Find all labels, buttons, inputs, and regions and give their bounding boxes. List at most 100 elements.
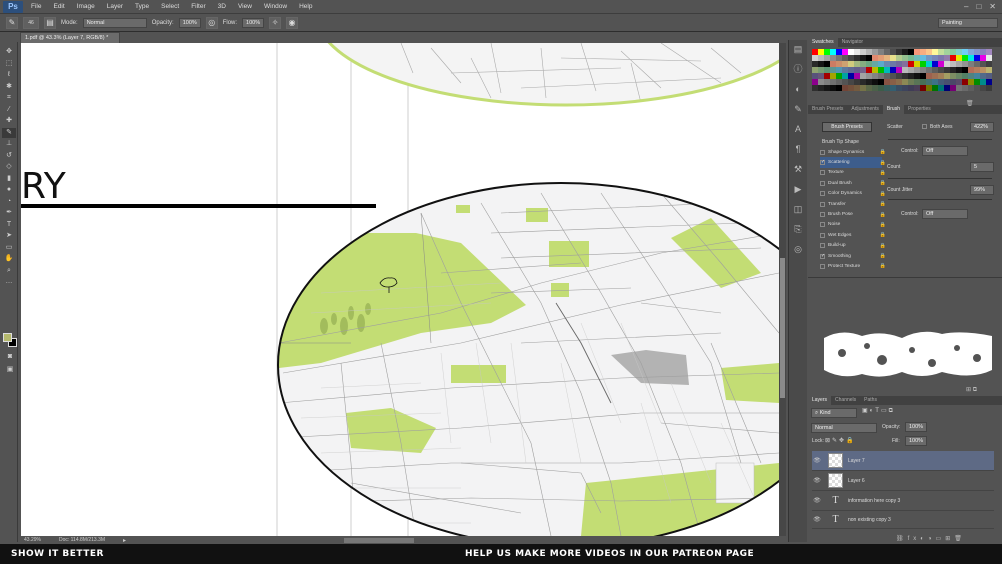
move-tool-icon[interactable]: ✥ xyxy=(2,47,16,58)
swatch[interactable] xyxy=(986,85,992,91)
character-icon[interactable]: A xyxy=(792,123,805,136)
lasso-tool-icon[interactable]: ℓ xyxy=(2,70,16,81)
tab-swatches[interactable]: Swatches xyxy=(808,38,838,47)
canvas-vertical-scrollbar[interactable] xyxy=(779,43,786,536)
lock-icons[interactable]: ⊠✎✥🔒 xyxy=(825,437,856,444)
swatch-delete-icon[interactable]: 🗑 xyxy=(966,100,974,107)
actions-icon[interactable]: ▶ xyxy=(792,183,805,196)
pressure-opacity-icon[interactable]: ◎ xyxy=(205,16,218,29)
lock-icon[interactable]: 🔒 xyxy=(880,160,886,166)
eye-icon[interactable]: 👁 xyxy=(812,457,822,464)
menu-image[interactable]: Image xyxy=(71,3,101,10)
gradient-tool-icon[interactable]: ▮ xyxy=(2,174,16,185)
pen-tool-icon[interactable]: ✒ xyxy=(2,208,16,219)
brush-option-checkbox[interactable] xyxy=(820,191,825,197)
horizontal-scrollbar[interactable] xyxy=(344,537,415,543)
brush-presets-button[interactable]: Brush Presets xyxy=(822,122,872,132)
menu-edit[interactable]: Edit xyxy=(47,3,70,10)
minimize-button[interactable]: – xyxy=(964,2,968,11)
lock-icon[interactable]: 🔒 xyxy=(880,243,886,249)
document-tab[interactable]: 1.pdf @ 43.3% (Layer 7, RGB/8) * xyxy=(20,32,120,43)
blend-mode-select[interactable]: Normal xyxy=(811,423,877,433)
styles-icon[interactable]: ◫ xyxy=(792,203,805,216)
brush-option-row[interactable]: ✓ Smoothing 🔒 xyxy=(820,251,886,261)
path-select-tool-icon[interactable]: ➤ xyxy=(2,231,16,242)
paragraph-icon[interactable]: ¶ xyxy=(792,143,805,156)
menu-layer[interactable]: Layer xyxy=(101,3,129,10)
workspace-select[interactable]: Painting xyxy=(938,17,998,28)
brush-option-checkbox[interactable] xyxy=(820,149,825,155)
layers-footer-icons[interactable]: ⛓fx◐◑▭⊞🗑 xyxy=(896,535,966,542)
control-select-1[interactable]: Off xyxy=(922,146,968,156)
brush-panel-toggle-icon[interactable]: ▤ xyxy=(44,16,56,29)
menu-view[interactable]: View xyxy=(232,3,258,10)
brush-option-checkbox[interactable] xyxy=(820,180,825,186)
quick-mask-icon[interactable]: ◙ xyxy=(3,352,17,363)
brush-option-checkbox[interactable] xyxy=(820,243,825,249)
scroll-thumb[interactable] xyxy=(780,258,785,398)
menu-select[interactable]: Select xyxy=(155,3,185,10)
menu-type[interactable]: Type xyxy=(129,3,155,10)
dodge-tool-icon[interactable]: ◔ xyxy=(2,197,16,208)
menu-help[interactable]: Help xyxy=(293,3,318,10)
zoom-readout[interactable]: 43.29% xyxy=(24,537,41,543)
stamp-tool-icon[interactable]: ⊥ xyxy=(2,139,16,150)
menu-filter[interactable]: Filter xyxy=(185,3,211,10)
navigator-icon[interactable]: ◎ xyxy=(792,243,805,256)
history-icon[interactable]: ▤ xyxy=(792,43,805,56)
layer-name[interactable]: Layer 7 xyxy=(848,458,865,464)
brush-tip-shape-label[interactable]: Brush Tip Shape xyxy=(822,139,859,145)
lock-icon[interactable]: 🔒 xyxy=(880,222,886,228)
layer-name[interactable]: information here copy 3 xyxy=(848,498,900,504)
menu-3d[interactable]: 3D xyxy=(212,3,232,10)
lock-icon[interactable]: 🔒 xyxy=(880,149,886,155)
menu-file[interactable]: File xyxy=(25,3,47,10)
tab-adjustments[interactable]: Adjustments xyxy=(847,105,883,114)
layer-opacity-field[interactable]: 100% xyxy=(905,422,927,432)
lock-icon[interactable]: 🔒 xyxy=(880,253,886,259)
brush-option-row[interactable]: Brush Pose 🔒 xyxy=(820,209,886,219)
count-jitter-value[interactable]: 99% xyxy=(970,185,994,195)
foreground-color-swatch[interactable] xyxy=(3,333,12,342)
layer-row[interactable]: 👁 T non existing copy 3 xyxy=(812,511,994,529)
brush-size-picker[interactable]: 46 xyxy=(23,16,39,29)
crop-tool-icon[interactable]: ⌗ xyxy=(2,93,16,104)
brush-option-checkbox[interactable] xyxy=(820,212,825,218)
eyedropper-tool-icon[interactable]: ⁄ xyxy=(2,105,16,116)
brush-tool-icon[interactable]: ✎ xyxy=(2,127,16,138)
brush-option-checkbox[interactable]: ✓ xyxy=(820,160,825,166)
both-axes-checkbox[interactable] xyxy=(922,124,927,129)
layer-filter-icons[interactable]: ▣◐T▭⧉ xyxy=(862,407,895,415)
mode-select[interactable]: Normal xyxy=(82,17,147,28)
brush-option-row[interactable]: Color Dynamics 🔒 xyxy=(820,189,886,199)
brush-option-checkbox[interactable] xyxy=(820,170,825,176)
lock-icon[interactable]: 🔒 xyxy=(880,232,886,238)
count-value[interactable]: 5 xyxy=(970,162,994,172)
layer-kind-filter[interactable]: ⌕ Kind xyxy=(811,408,857,418)
status-arrow-icon[interactable]: ▸ xyxy=(123,537,126,544)
brush-preset-icon[interactable]: ✎ xyxy=(6,16,18,29)
eye-icon[interactable]: 👁 xyxy=(812,497,822,504)
brush-option-checkbox[interactable] xyxy=(820,222,825,228)
screen-mode-icon[interactable]: ▣ xyxy=(3,365,17,376)
brush-option-row[interactable]: Build-up 🔒 xyxy=(820,241,886,251)
brush-option-checkbox[interactable] xyxy=(820,201,825,207)
maximize-button[interactable]: □ xyxy=(976,2,981,11)
control-select-2[interactable]: Off xyxy=(922,209,968,219)
quick-select-tool-icon[interactable]: ✱ xyxy=(2,82,16,93)
lock-icon[interactable]: 🔒 xyxy=(880,263,886,269)
brush-option-row[interactable]: Shape Dynamics 🔒 xyxy=(820,147,886,157)
type-tool-icon[interactable]: T xyxy=(2,220,16,231)
eraser-tool-icon[interactable]: ◇ xyxy=(2,162,16,173)
brush-option-checkbox[interactable] xyxy=(820,263,825,269)
tool-presets-icon[interactable]: ⚒ xyxy=(792,163,805,176)
scatter-slider[interactable] xyxy=(888,139,992,140)
brush-option-row[interactable]: Dual Brush 🔒 xyxy=(820,178,886,188)
close-button[interactable]: ✕ xyxy=(989,2,996,11)
pressure-size-icon[interactable]: ◉ xyxy=(286,16,299,29)
healing-tool-icon[interactable]: ✚ xyxy=(2,116,16,127)
count-jitter-slider[interactable] xyxy=(888,199,992,200)
hand-tool-icon[interactable]: ✋ xyxy=(2,254,16,265)
opacity-field[interactable]: 100% xyxy=(178,17,201,28)
tab-navigator[interactable]: Navigator xyxy=(838,38,867,47)
